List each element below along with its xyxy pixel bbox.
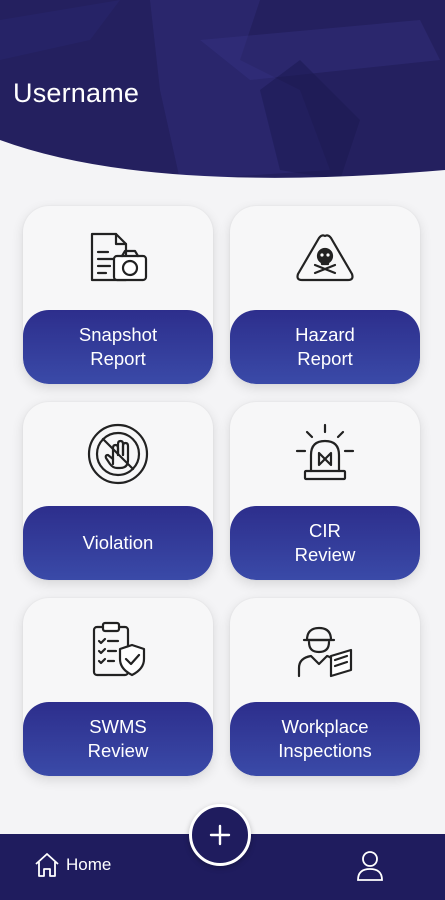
home-label: Home: [66, 855, 112, 874]
cir-review-button[interactable]: CIR Review: [230, 506, 420, 580]
violation-button[interactable]: Violation: [23, 506, 213, 580]
cir-review-card[interactable]: CIR Review: [230, 402, 420, 580]
card-label: Hazard Report: [295, 324, 355, 369]
violation-card[interactable]: Violation: [23, 402, 213, 580]
card-label: Violation: [82, 532, 154, 553]
home-icon: [35, 853, 59, 877]
workplace-inspections-card[interactable]: Workplace Inspections: [230, 598, 420, 776]
username-title: Username: [13, 78, 140, 108]
swms-review-card[interactable]: SWMS Review: [23, 598, 213, 776]
swms-review-button[interactable]: SWMS Review: [23, 702, 213, 776]
profile-nav-button[interactable]: [355, 849, 385, 881]
card-label: Workplace Inspections: [278, 716, 372, 761]
alarm-light-icon: [295, 423, 355, 481]
header-curve: [0, 140, 445, 200]
user-icon: [357, 851, 383, 881]
hazard-report-card[interactable]: Hazard Report: [230, 206, 420, 384]
snapshot-report-card[interactable]: Snapshot Report: [23, 206, 213, 384]
hazard-icon: [296, 234, 354, 282]
workplace-inspections-button[interactable]: Workplace Inspections: [230, 702, 420, 776]
stop-hand-icon: [87, 423, 149, 485]
checklist-shield-icon: [92, 621, 146, 677]
card-label: Snapshot Report: [78, 324, 158, 369]
snapshot-report-icon: [90, 232, 148, 282]
hazard-report-button[interactable]: Hazard Report: [230, 310, 420, 384]
inspector-icon: [297, 626, 353, 678]
add-fab-button[interactable]: [189, 804, 251, 866]
snapshot-report-button[interactable]: Snapshot Report: [23, 310, 213, 384]
plus-icon: [209, 824, 231, 846]
card-label: CIR Review: [294, 520, 356, 565]
home-nav-button[interactable]: Home: [34, 850, 111, 880]
card-label: SWMS Review: [87, 716, 149, 761]
header-banner: Username: [0, 0, 445, 200]
